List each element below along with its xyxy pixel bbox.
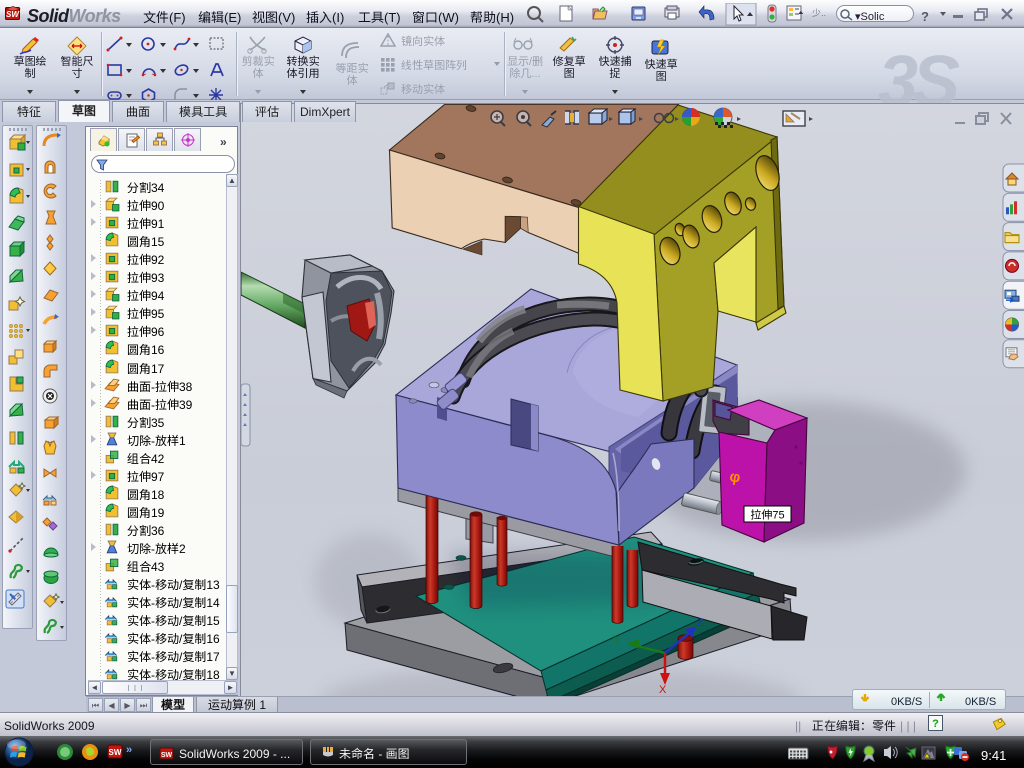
svg-text:X: X [659,681,667,697]
svg-text:拉伸75: 拉伸75 [750,507,784,523]
svg-text:少..: 少.. [812,6,826,19]
svg-text:SW: SW [161,750,173,760]
svg-text:Y: Y [613,631,621,647]
svg-text:SW: SW [6,9,20,20]
svg-text:Z: Z [697,614,704,630]
svg-text:SW: SW [109,747,122,758]
svg-text:»: » [126,743,132,757]
svg-text:!: ! [929,754,930,760]
